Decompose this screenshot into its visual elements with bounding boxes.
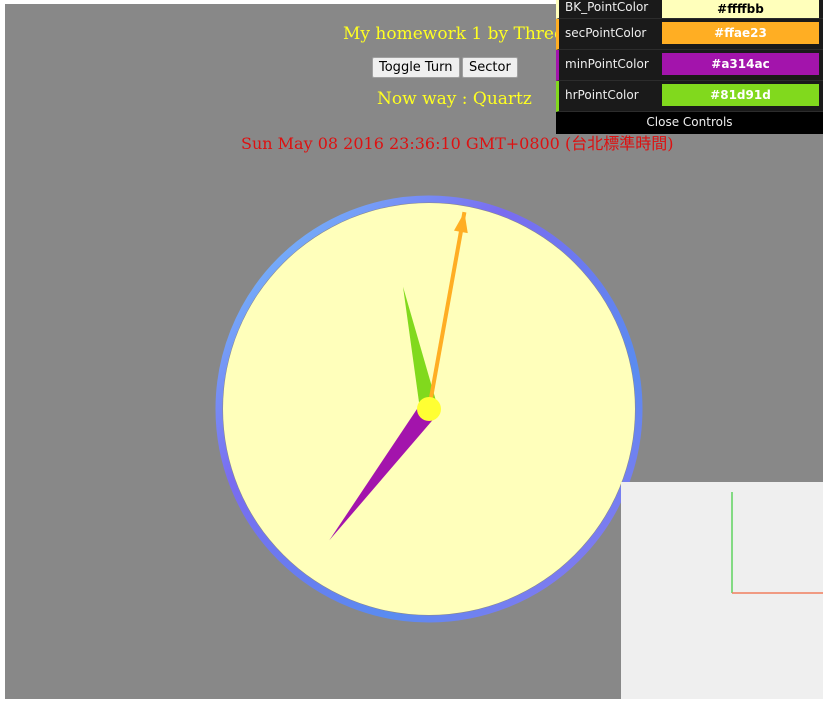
controls-panel: BK_PointColor #ffffbb secPointColor #ffa… [556, 0, 823, 134]
control-label: BK_PointColor [565, 0, 649, 14]
control-row-hr-color[interactable]: hrPointColor #81d91d [556, 81, 823, 112]
toggle-turn-button[interactable]: Toggle Turn [372, 57, 460, 78]
control-label: hrPointColor [565, 88, 639, 102]
axis-helper-viewport [621, 482, 823, 699]
control-label: secPointColor [565, 26, 647, 40]
control-label: minPointColor [565, 57, 649, 71]
control-row-min-color[interactable]: minPointColor #a314ac [556, 50, 823, 81]
color-swatch-input[interactable]: #a314ac [662, 53, 819, 75]
clock-center-cap [417, 397, 441, 421]
control-row-bk-color[interactable]: BK_PointColor #ffffbb [556, 0, 823, 19]
color-swatch-input[interactable]: #81d91d [662, 84, 819, 106]
mode-status: Now way : Quartz [377, 89, 532, 109]
color-swatch-input[interactable]: #ffae23 [662, 22, 819, 44]
color-swatch-input[interactable]: #ffffbb [662, 0, 819, 18]
close-controls-button[interactable]: Close Controls [556, 112, 823, 134]
control-row-sec-color[interactable]: secPointColor #ffae23 [556, 19, 823, 50]
page-title: My homework 1 by Three.js [343, 24, 584, 44]
sector-button[interactable]: Sector [462, 57, 518, 78]
